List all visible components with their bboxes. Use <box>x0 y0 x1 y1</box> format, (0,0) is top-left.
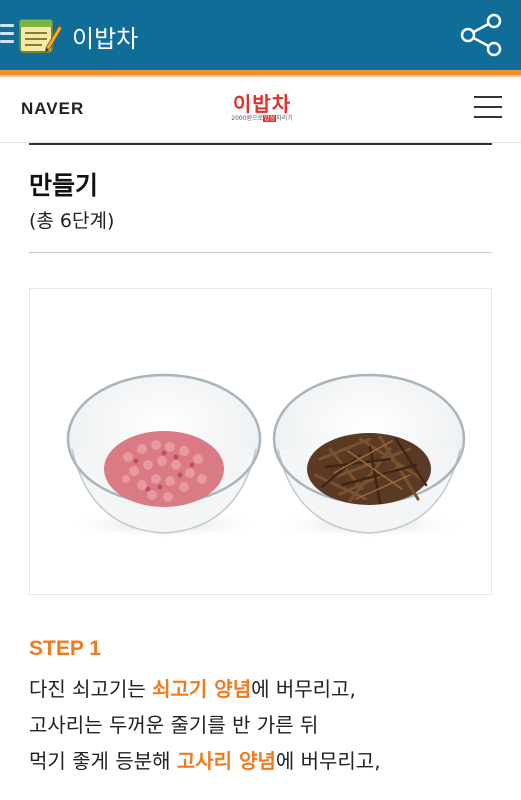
step-text-line-2: 고사리는 두꺼운 줄기를 반 가른 뒤 <box>29 713 319 737</box>
section-divider <box>29 252 492 253</box>
step-text-line-3: 먹기 좋게 등분해 고사리 양념에 버무리고, <box>29 745 381 774</box>
step-text-line-1: 다진 쇠고기는 쇠고기 양념에 버무리고, <box>29 673 356 702</box>
section-title: 만들기 <box>29 171 99 200</box>
step-text-1-post: 에 버무리고, <box>251 677 356 701</box>
brand-logo[interactable]: 이밥차 2000원으로밥상차리기 <box>220 93 304 129</box>
section-step-count: (총 6단계) <box>29 210 115 232</box>
step-photo-image <box>64 373 469 539</box>
step-text-1-highlight: 쇠고기 양념 <box>152 677 252 701</box>
naver-logo[interactable]: NAVER <box>21 99 84 119</box>
brand-logo-main: 이밥차 <box>232 92 292 116</box>
step-text-3-pre: 먹기 좋게 등분해 <box>29 749 177 773</box>
step-text-3-highlight: 고사리 양념 <box>176 749 276 773</box>
section-top-divider <box>29 143 492 145</box>
naver-navbar: NAVER 이밥차 2000원으로밥상차리기 <box>0 77 521 143</box>
hamburger-menu-icon[interactable] <box>474 96 502 122</box>
app-header: 이밥차 <box>0 0 521 70</box>
step-photo <box>29 288 492 595</box>
step-text-3-post: 에 버무리고, <box>275 749 381 773</box>
brand-tagline-post: 차리기 <box>276 115 293 122</box>
notepad-logo-icon[interactable] <box>16 14 62 56</box>
brand-logo-tagline: 2000원으로밥상차리기 <box>220 115 304 123</box>
app-title: 이밥차 <box>72 25 139 53</box>
share-icon[interactable] <box>458 12 504 58</box>
menu-icon[interactable] <box>0 24 14 46</box>
brand-tagline-pre: 2000원으로 <box>231 115 264 122</box>
brand-tagline-highlight: 밥상 <box>263 115 277 122</box>
step-text-1-pre: 다진 쇠고기는 <box>29 677 153 701</box>
step-label: STEP 1 <box>29 637 101 660</box>
